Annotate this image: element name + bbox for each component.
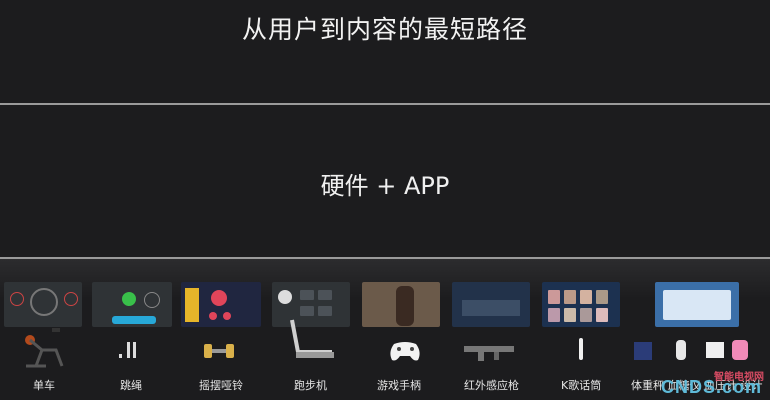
product-label-microphone: K歌话筒: [561, 379, 602, 392]
slide-title: 从用户到内容的最短路径: [241, 15, 528, 44]
health-devices-icon: [634, 340, 748, 360]
gun-game-screen: [452, 282, 530, 327]
treadmill-icon: [290, 319, 334, 358]
dumbbell-icon: [204, 344, 234, 358]
watermark-main-text: CNDS.com: [660, 377, 762, 397]
divider-top: [0, 103, 770, 105]
rope-app-screen: [92, 282, 172, 327]
health-app-screen: [655, 282, 739, 327]
infrared-gun-icon: [464, 346, 514, 361]
ktv-app-screen: [542, 282, 620, 327]
jump-rope-icon: [119, 342, 136, 358]
product-label-treadmill: 跑步机: [294, 379, 327, 392]
dumbbell-app-screen: [181, 282, 261, 327]
slide-subtitle: 硬件 + APP: [320, 172, 450, 200]
gamepad-icon: [390, 342, 420, 361]
product-label-dumbbell: 摇摆哑铃: [199, 379, 243, 392]
product-label-infrared-gun: 红外感应枪: [464, 379, 519, 392]
exercise-bike-icon: [25, 328, 64, 368]
site-watermark: 智能电视网 CNDS.com: [654, 368, 764, 398]
product-label-jump-rope: 跳绳: [120, 379, 142, 392]
game-app-screen: [362, 282, 440, 327]
product-label-gamepad: 游戏手柄: [377, 379, 421, 392]
product-label-bike: 单车: [33, 379, 55, 392]
microphone-icon: [579, 338, 583, 360]
